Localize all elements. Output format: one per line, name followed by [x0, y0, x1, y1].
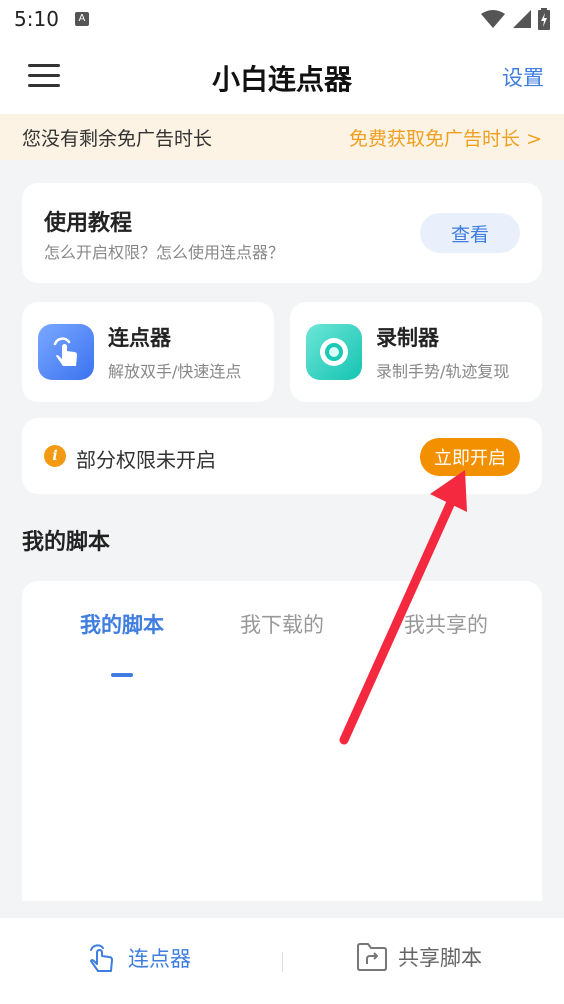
active-tab-indicator	[111, 673, 133, 677]
status-bar: 5:10 A	[0, 0, 564, 38]
get-ad-free-link[interactable]: 免费获取免广告时长 >	[349, 124, 542, 151]
record-icon	[306, 324, 362, 380]
hand-tap-icon	[38, 324, 94, 380]
tutorial-subtitle: 怎么开启权限？怎么使用连点器？	[44, 243, 285, 262]
permission-card: i 部分权限未开启 立即开启	[22, 418, 542, 494]
nav-item-clicker[interactable]: 连点器	[86, 942, 191, 974]
nav-label-shared-scripts: 共享脚本	[398, 946, 482, 970]
view-tutorial-button[interactable]: 查看	[420, 213, 520, 253]
permission-warning-text: 部分权限未开启	[76, 448, 216, 472]
status-time: 5:10	[14, 7, 59, 31]
recorder-tool-card[interactable]: 录制器 录制手势/轨迹复现	[290, 302, 542, 402]
tutorial-title: 使用教程	[44, 211, 133, 236]
scripts-tabs: 我的脚本 我下载的 我共享的	[22, 609, 542, 677]
scripts-card: 我的脚本 我下载的 我共享的	[22, 581, 542, 901]
wifi-icon	[481, 10, 505, 28]
battery-icon	[538, 8, 550, 30]
info-icon: i	[44, 445, 66, 467]
tutorial-card: 使用教程 怎么开启权限？怎么使用连点器？ 查看	[22, 183, 542, 283]
ad-status-text: 您没有剩余免广告时长	[22, 127, 213, 150]
tab-shared[interactable]: 我共享的	[386, 609, 506, 639]
nav-item-shared-scripts[interactable]: 共享脚本	[356, 942, 482, 972]
hand-tap-icon	[90, 944, 113, 972]
clicker-tool-title: 连点器	[108, 326, 171, 350]
enable-permission-button[interactable]: 立即开启	[420, 438, 520, 476]
ad-banner: 您没有剩余免广告时长 免费获取免广告时长 >	[0, 114, 564, 160]
recorder-tool-subtitle: 录制手势/轨迹复现	[376, 362, 510, 381]
settings-button[interactable]: 设置	[502, 62, 544, 92]
accessibility-notification-icon: A	[74, 12, 89, 26]
clicker-tool-subtitle: 解放双手/快速连点	[108, 362, 242, 381]
tab-my-scripts[interactable]: 我的脚本	[62, 609, 182, 639]
recorder-tool-title: 录制器	[376, 326, 439, 350]
tab-downloaded[interactable]: 我下载的	[222, 609, 342, 639]
scripts-section-title: 我的脚本	[22, 530, 111, 555]
clicker-tool-card[interactable]: 连点器 解放双手/快速连点	[22, 302, 274, 402]
nav-label-clicker: 连点器	[128, 947, 191, 971]
status-indicators	[480, 8, 550, 30]
page-title: 小白连点器	[211, 63, 352, 96]
nav-divider	[282, 952, 283, 972]
app-header: 小白连点器 设置	[0, 38, 564, 114]
bottom-nav: 连点器 共享脚本	[0, 918, 564, 1004]
shared-folder-icon	[357, 943, 387, 971]
cellular-signal-icon	[513, 10, 531, 28]
